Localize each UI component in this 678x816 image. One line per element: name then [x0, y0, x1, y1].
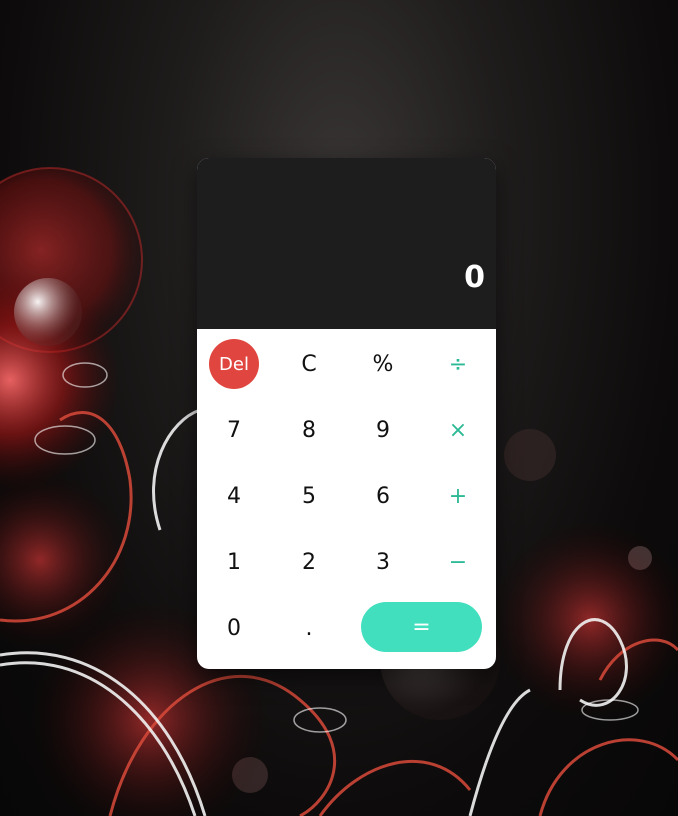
digit-7-button[interactable]: 7	[209, 405, 259, 455]
display-panel: 0	[197, 158, 496, 329]
minus-button[interactable]: −	[433, 537, 483, 587]
digit-0-button[interactable]: 0	[209, 603, 259, 653]
digit-4-button[interactable]: 4	[209, 471, 259, 521]
percent-button[interactable]: %	[358, 339, 408, 389]
divide-button[interactable]: ÷	[433, 339, 483, 389]
multiply-button[interactable]: ×	[433, 405, 483, 455]
delete-button[interactable]: Del	[209, 339, 259, 389]
digit-6-button[interactable]: 6	[358, 471, 408, 521]
digit-3-button[interactable]: 3	[358, 537, 408, 587]
digit-5-button[interactable]: 5	[284, 471, 334, 521]
decimal-point-button[interactable]: .	[284, 603, 334, 653]
calculator: 0 Del C % ÷ 7 8 9 × 4 5 6 + 1 2 3 − 0 . …	[197, 158, 496, 669]
display-value: 0	[464, 260, 485, 295]
digit-2-button[interactable]: 2	[284, 537, 334, 587]
digit-9-button[interactable]: 9	[358, 405, 408, 455]
digit-1-button[interactable]: 1	[209, 537, 259, 587]
equals-button[interactable]: =	[361, 602, 482, 652]
clear-button[interactable]: C	[284, 339, 334, 389]
plus-button[interactable]: +	[433, 471, 483, 521]
keypad: Del C % ÷ 7 8 9 × 4 5 6 + 1 2 3 − 0 . =	[197, 329, 496, 669]
digit-8-button[interactable]: 8	[284, 405, 334, 455]
